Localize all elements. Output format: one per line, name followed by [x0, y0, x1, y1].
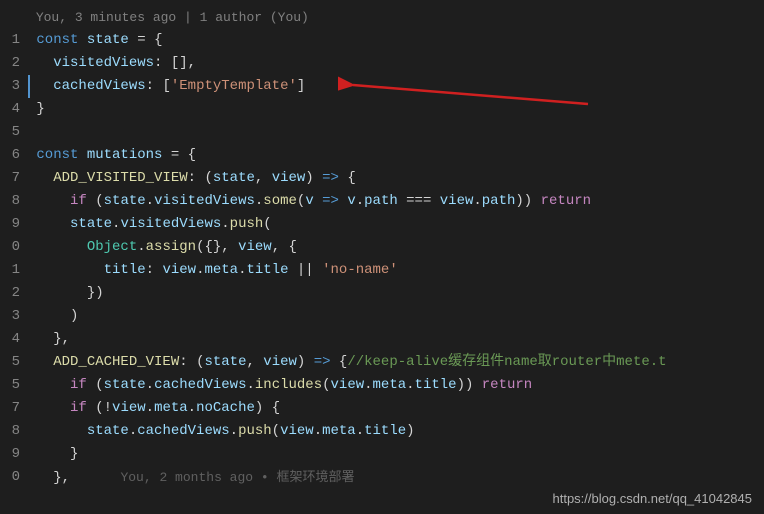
code-line[interactable]: if (state.visitedViews.some(v => v.path …	[28, 190, 764, 213]
code-line[interactable]: },	[28, 328, 764, 351]
code-line[interactable]: ADD_CACHED_VIEW: (state, view) => {//kee…	[28, 351, 764, 374]
code-line[interactable]: state.cachedViews.push(view.meta.title)	[28, 420, 764, 443]
code-area[interactable]: You, 3 minutes ago | 1 author (You) cons…	[28, 0, 764, 514]
code-line[interactable]: visitedViews: [],	[28, 52, 764, 75]
line-number-gutter: 1 2 3 4 5 6 7 8 9 0 1 2 3 4 5 5 7 8 9 0	[0, 0, 28, 514]
code-line[interactable]: }	[28, 98, 764, 121]
code-line[interactable]: title: view.meta.title || 'no-name'	[28, 259, 764, 282]
code-line[interactable]: if (state.cachedViews.includes(view.meta…	[28, 374, 764, 397]
git-blame-annotation: You, 3 minutes ago | 1 author (You)	[28, 6, 764, 29]
code-editor[interactable]: 1 2 3 4 5 6 7 8 9 0 1 2 3 4 5 5 7 8 9 0 …	[0, 0, 764, 514]
code-line[interactable]: cachedViews: ['EmptyTemplate']	[28, 75, 764, 98]
code-line[interactable]: )	[28, 305, 764, 328]
code-line[interactable]: const state = {	[28, 29, 764, 52]
code-line[interactable]: ADD_VISITED_VIEW: (state, view) => {	[28, 167, 764, 190]
code-line[interactable]: Object.assign({}, view, {	[28, 236, 764, 259]
code-line[interactable]: state.visitedViews.push(	[28, 213, 764, 236]
inline-git-blame: You, 2 months ago • 框架环境部署	[120, 470, 354, 485]
code-line[interactable]: }	[28, 443, 764, 466]
code-line[interactable]: }, You, 2 months ago • 框架环境部署	[28, 466, 764, 489]
watermark: https://blog.csdn.net/qq_41042845	[553, 491, 753, 506]
code-line[interactable]: const mutations = {	[28, 144, 764, 167]
code-line[interactable]: if (!view.meta.noCache) {	[28, 397, 764, 420]
cursor-indicator	[28, 75, 30, 98]
code-line[interactable]: })	[28, 282, 764, 305]
code-line[interactable]	[28, 121, 764, 144]
